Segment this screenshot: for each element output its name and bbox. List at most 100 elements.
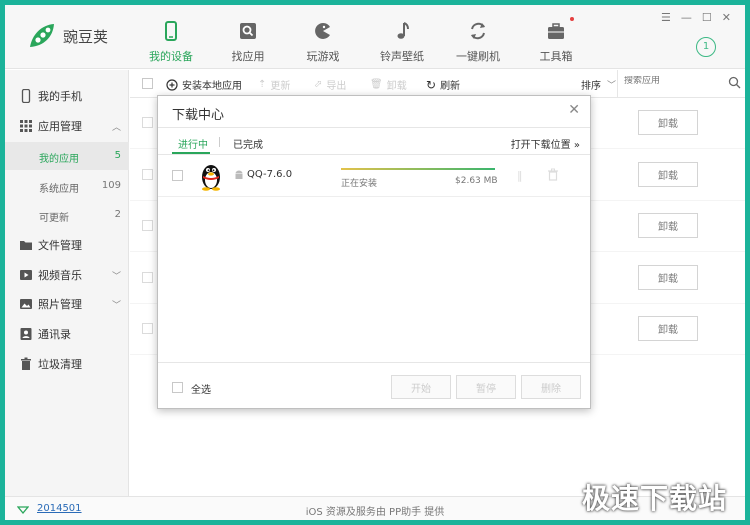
chevron-down-icon: ﹀ [607, 81, 617, 91]
dialog-title: 下载中心 [172, 108, 225, 123]
tab-in-progress[interactable]: 进行中 [178, 136, 208, 151]
export-label: 导出 [326, 81, 347, 92]
tab-games[interactable]: 玩游戏 [283, 5, 363, 69]
download-center-dialog: 下载中心 ✕ 进行中 已完成 打开下载位置 » QQ-7.6.0 正在安装 $2… [157, 95, 591, 409]
download-progress-fill [341, 168, 495, 170]
minimize-icon[interactable]: — [681, 11, 692, 24]
tab-my-device[interactable]: 我的设备 [131, 5, 211, 69]
download-item-name: QQ-7.6.0 [247, 169, 293, 180]
sidebar-item-file-manage[interactable]: 文件管理 [5, 231, 129, 259]
install-local-button[interactable]: 安装本地应用 [166, 77, 242, 92]
sidebar-item-junk-clean[interactable]: 垃圾清理 [5, 350, 129, 378]
music-note-icon [397, 22, 409, 39]
video-icon [20, 270, 32, 280]
download-status: 正在安装 [341, 179, 378, 189]
contact-icon [20, 328, 32, 340]
sidebar-subitem-system-apps[interactable]: 系统应用 109 [5, 172, 129, 200]
delete-button[interactable]: 删除 [521, 375, 581, 399]
download-size: $2.63 MB [455, 176, 498, 186]
search-box [617, 70, 745, 98]
menu-icon[interactable]: ☰ [661, 11, 671, 24]
app-window: 豌豆荚 我的设备 找应用 玩游戏 铃声壁纸 一键刷机 工具箱 ☰ — ☐ ✕ 1… [5, 5, 745, 520]
app-search-icon [240, 23, 256, 39]
chevron-down-icon: ﹀ [111, 271, 121, 282]
update-button[interactable]: ⇡ 更新 [258, 77, 290, 92]
app-logo: 豌豆荚 [27, 21, 108, 51]
sidebar-item-label: 通讯录 [38, 328, 71, 341]
sidebar-item-label: 垃圾清理 [38, 358, 82, 371]
uninstall-toolbar-label: 卸载 [386, 81, 407, 92]
tab-ringtones[interactable]: 铃声壁纸 [362, 5, 442, 69]
chevron-up-icon: ︿ [111, 122, 121, 133]
sidebar-item-app-manage[interactable]: 应用管理 ︿ [5, 112, 129, 140]
sidebar-item-label: 照片管理 [38, 298, 82, 311]
tab-find-apps[interactable]: 找应用 [208, 5, 288, 69]
double-chevron-right-icon: » [573, 140, 580, 151]
tab-label: 我的设备 [149, 50, 193, 63]
folder-icon [20, 241, 32, 250]
chevron-down-icon: ﹀ [111, 300, 121, 311]
sidebar-item-label: 文件管理 [38, 239, 82, 252]
top-nav-bar: 豌豆荚 我的设备 找应用 玩游戏 铃声壁纸 一键刷机 工具箱 ☰ — ☐ ✕ 1 [5, 5, 745, 69]
notification-dot [570, 17, 574, 21]
pea-pod-logo-icon [30, 24, 54, 47]
sidebar-item-my-phone[interactable]: 我的手机 [5, 82, 129, 110]
sidebar-item-label: 我的手机 [38, 90, 82, 103]
sidebar-subitem-count: 2 [114, 209, 121, 220]
tab-completed[interactable]: 已完成 [233, 136, 263, 151]
sort-button[interactable]: 排序 ﹀ [581, 77, 616, 92]
divider [219, 137, 220, 147]
sidebar-subitem-count: 109 [101, 180, 121, 191]
open-download-folder-link[interactable]: 打开下载位置 » [511, 136, 580, 151]
export-button[interactable]: ⬀ 导出 [314, 77, 346, 92]
close-icon[interactable]: ✕ [568, 102, 580, 118]
add-circle-icon [166, 78, 178, 91]
version-link[interactable]: 2014501 [37, 503, 82, 514]
update-label: 更新 [270, 81, 291, 92]
sidebar-subitem-label: 我的应用 [39, 154, 79, 165]
select-all-checkbox[interactable] [172, 382, 183, 393]
refresh-label: 刷新 [440, 81, 461, 92]
pause-icon[interactable]: ‖ [517, 169, 523, 182]
maximize-icon[interactable]: ☐ [702, 11, 712, 24]
app-name: 豌豆荚 [63, 27, 109, 46]
uninstall-toolbar-button[interactable]: 🗑 卸载 [370, 77, 407, 92]
phone-icon [165, 21, 177, 41]
export-icon: ⬀ [314, 79, 323, 90]
trash-icon: 🗑 [370, 79, 383, 90]
start-button[interactable]: 开始 [391, 375, 451, 399]
sidebar-subitem-count: 5 [114, 150, 121, 161]
divider [158, 127, 590, 128]
search-input[interactable] [624, 76, 724, 86]
sidebar-subitem-updatable[interactable]: 可更新 2 [5, 201, 129, 229]
tab-flash[interactable]: 一键刷机 [438, 5, 518, 69]
row-checkbox[interactable] [172, 170, 183, 181]
sidebar-item-video-music[interactable]: 视频音乐 ﹀ [5, 261, 129, 289]
tab-toolbox[interactable]: 工具箱 [516, 5, 596, 69]
open-folder-label: 打开下载位置 [510, 140, 571, 151]
pause-button[interactable]: 暂停 [456, 375, 516, 399]
install-local-label: 安装本地应用 [182, 81, 242, 92]
trash-icon [21, 357, 31, 370]
tab-label: 找应用 [231, 50, 265, 63]
close-window-icon[interactable]: ✕ [722, 11, 731, 24]
tab-label: 铃声壁纸 [380, 50, 424, 63]
sort-label: 排序 [581, 81, 601, 92]
trash-icon[interactable] [547, 168, 559, 181]
search-icon[interactable] [728, 76, 741, 89]
download-item-row[interactable]: QQ-7.6.0 正在安装 $2.63 MB ‖ [158, 155, 590, 197]
toolbox-icon [548, 23, 564, 39]
sidebar-subitem-my-apps[interactable]: 我的应用 5 [5, 142, 129, 170]
sidebar-item-contacts[interactable]: 通讯录 [5, 320, 129, 348]
watermark-text: 极速下载站 [581, 482, 727, 515]
sidebar-subitem-label: 系统应用 [39, 184, 79, 195]
android-icon [235, 170, 243, 179]
sidebar-item-photo-manage[interactable]: 照片管理 ﹀ [5, 290, 129, 318]
refresh-button[interactable]: ↻ 刷新 [426, 77, 461, 93]
photo-icon [20, 299, 32, 309]
select-all-checkbox[interactable] [142, 78, 153, 89]
refresh-icon: ↻ [426, 77, 437, 92]
sidebar-item-label: 应用管理 [38, 120, 82, 133]
download-progress-bar [341, 168, 495, 170]
download-count-badge[interactable]: 1 [696, 37, 716, 57]
